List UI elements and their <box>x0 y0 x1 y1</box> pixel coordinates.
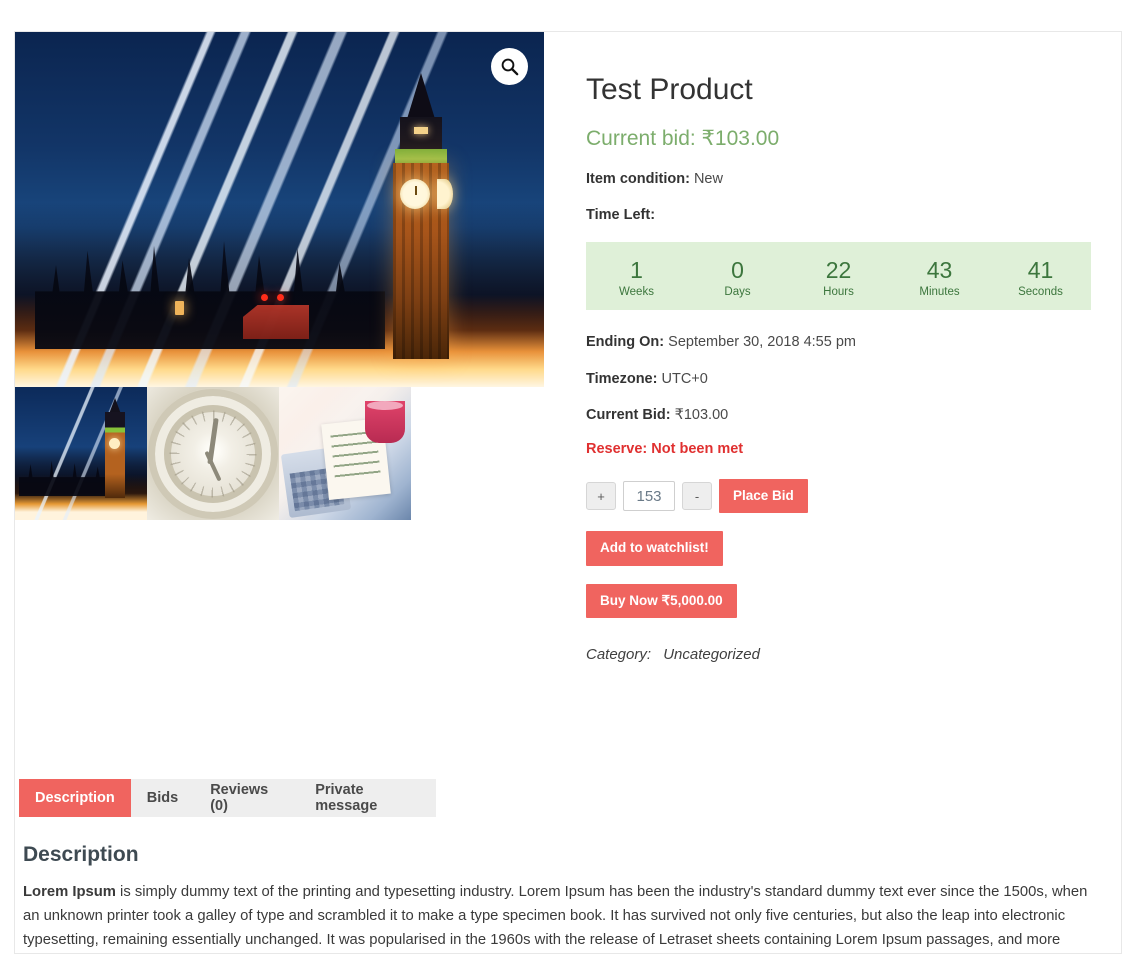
description-panel: Description Lorem Ipsum is simply dummy … <box>19 817 1121 953</box>
clock-face-side <box>437 179 453 209</box>
parliament-silhouette <box>35 241 385 349</box>
ending-on-label: Ending On: <box>586 334 665 351</box>
countdown-value: 41 <box>1027 256 1054 283</box>
product-card: Test Product Current bid: ₹103.00 Item c… <box>14 31 1122 954</box>
category-value[interactable]: Uncategorized <box>663 646 760 663</box>
tab-bar: Description Bids Reviews (0) Private mes… <box>19 778 436 817</box>
clock-ticks <box>155 395 271 512</box>
tab-description[interactable]: Description <box>19 778 131 817</box>
tower-spire <box>407 73 435 119</box>
ending-on-value: September 30, 2018 4:55 pm <box>668 334 856 351</box>
product-gallery <box>15 32 544 520</box>
product-top-section: Test Product Current bid: ₹103.00 Item c… <box>15 32 1121 663</box>
bus-shape <box>243 305 309 339</box>
countdown-label: Days <box>724 286 751 299</box>
product-summary: Test Product Current bid: ₹103.00 Item c… <box>544 32 1121 663</box>
timezone-row: Timezone: UTC+0 <box>586 369 1091 389</box>
countdown-value: 1 <box>630 256 643 283</box>
countdown-value: 22 <box>825 256 852 283</box>
big-ben-tower <box>387 73 455 359</box>
thumbnail-empty-slot <box>411 387 543 520</box>
countdown-label: Hours <box>823 286 854 299</box>
thumb-tower <box>105 412 125 498</box>
quantity-increment-button[interactable]: + <box>586 482 616 511</box>
thumb-parliament <box>19 460 115 496</box>
countdown-unit-hours: 22 Hours <box>788 256 889 299</box>
product-tabs-section: Description Bids Reviews (0) Private mes… <box>19 778 1121 953</box>
red-light <box>277 294 284 301</box>
current-bid-row: Current Bid: ₹103.00 <box>586 405 1091 425</box>
countdown-label: Weeks <box>619 286 654 299</box>
window-glow <box>175 301 184 315</box>
countdown-timer: 1 Weeks 0 Days 22 Hours 43 Minutes 41 Se… <box>586 241 1091 311</box>
tab-private-message[interactable]: Private message <box>299 778 436 817</box>
add-to-watchlist-button[interactable]: Add to watchlist! <box>586 531 723 566</box>
ending-on-row: Ending On: September 30, 2018 4:55 pm <box>586 332 1091 352</box>
item-condition-label: Item condition: <box>586 171 690 187</box>
thumbnail-item[interactable] <box>147 387 279 520</box>
category-label: Category: <box>586 645 652 663</box>
page-title: Test Product <box>586 73 753 106</box>
countdown-label: Seconds <box>1018 286 1063 299</box>
description-heading: Description <box>23 842 139 866</box>
countdown-value: 43 <box>926 256 953 283</box>
place-bid-button[interactable]: Place Bid <box>719 479 808 514</box>
hero-photo <box>15 32 544 387</box>
tab-reviews[interactable]: Reviews (0) <box>194 778 300 817</box>
countdown-unit-days: 0 Days <box>687 256 788 299</box>
description-body: is simply dummy text of the printing and… <box>23 883 1088 948</box>
thumbnail-item[interactable] <box>15 387 147 520</box>
current-bid-value: ₹103.00 <box>674 406 729 423</box>
bid-form: + - Place Bid <box>586 479 1091 514</box>
thumbnail-item[interactable] <box>279 387 411 520</box>
description-text: Lorem Ipsum is simply dummy text of the … <box>23 881 1105 953</box>
description-lead: Lorem Ipsum <box>23 883 116 900</box>
countdown-unit-minutes: 43 Minutes <box>889 256 990 299</box>
timezone-label: Timezone: <box>586 370 658 387</box>
current-bid-heading: Current bid: ₹103.00 <box>586 127 780 150</box>
item-condition-row: Item condition: New <box>586 169 1091 189</box>
current-bid-label: Current Bid: <box>586 406 671 423</box>
item-condition-value: New <box>693 171 723 187</box>
countdown-label: Minutes <box>919 286 960 299</box>
time-left-label: Time Left: <box>586 207 656 224</box>
timezone-value: UTC+0 <box>661 370 708 387</box>
coffee-cup-shape <box>365 401 405 443</box>
countdown-unit-weeks: 1 Weeks <box>586 256 687 299</box>
quantity-decrement-button[interactable]: - <box>682 482 712 511</box>
thumbnail-strip <box>15 387 544 520</box>
search-icon[interactable] <box>491 48 528 85</box>
reserve-status: Reserve: Not been met <box>586 441 744 458</box>
tower-upper <box>400 117 442 153</box>
bid-amount-input[interactable] <box>623 481 675 512</box>
countdown-value: 0 <box>731 256 744 283</box>
main-product-image[interactable] <box>15 32 544 387</box>
countdown-unit-seconds: 41 Seconds <box>990 256 1091 299</box>
time-left-row: Time Left: <box>586 205 1091 225</box>
buy-now-button[interactable]: Buy Now ₹5,000.00 <box>586 583 737 618</box>
category-row: Category: Uncategorized <box>586 646 1091 663</box>
tab-bids[interactable]: Bids <box>130 778 195 817</box>
clock-face-icon <box>400 179 430 209</box>
red-light <box>261 294 268 301</box>
